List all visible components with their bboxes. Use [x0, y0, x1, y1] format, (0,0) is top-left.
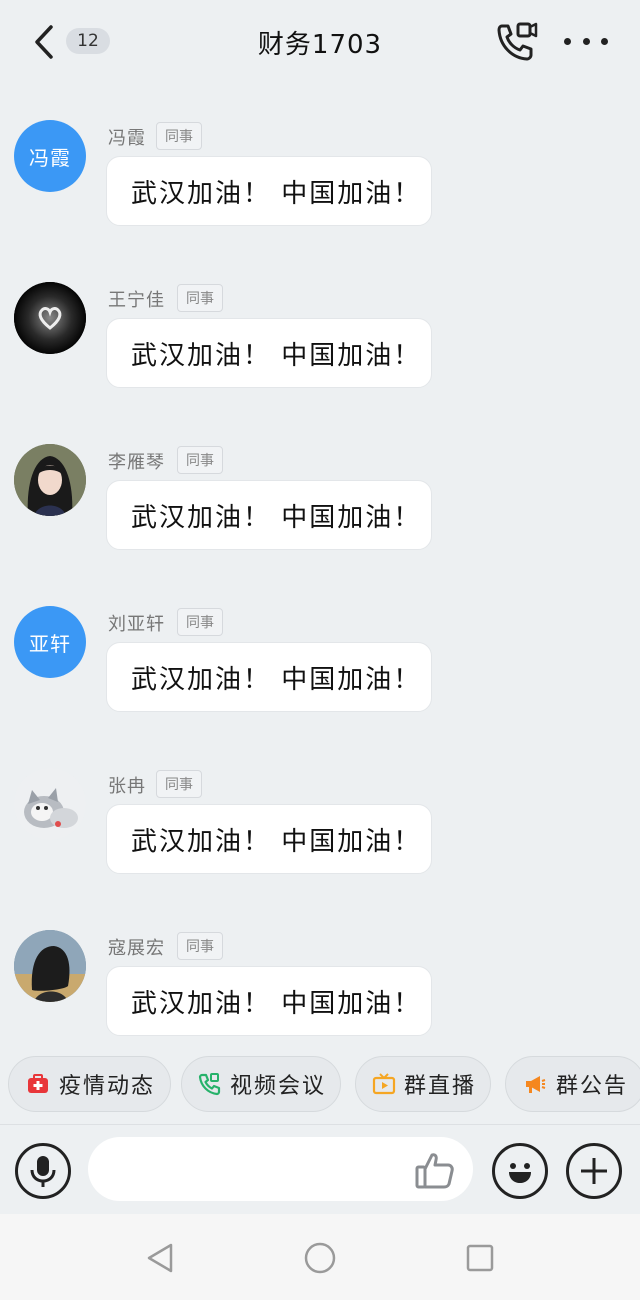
- message-bubble[interactable]: 武汉加油！ 中国加油！: [106, 642, 432, 712]
- tv-live-icon: [372, 1071, 396, 1097]
- emoji-button[interactable]: [492, 1143, 548, 1199]
- sender-name: 王宁佳: [108, 290, 165, 311]
- sender-name: 刘亚轩: [108, 614, 165, 635]
- chip-group-announcement[interactable]: 群公告: [505, 1056, 640, 1112]
- megaphone-icon: [522, 1071, 548, 1097]
- avatar[interactable]: [14, 444, 86, 516]
- chip-label: 群公告: [556, 1074, 629, 1099]
- role-tag: 同事: [177, 446, 223, 474]
- role-tag: 同事: [177, 284, 223, 312]
- chip-label: 群直播: [404, 1074, 477, 1099]
- page-title: 财务1703: [257, 30, 383, 60]
- chat-message: 王宁佳 同事 武汉加油！ 中国加油！: [0, 282, 640, 402]
- message-bubble[interactable]: 武汉加油！ 中国加油！: [106, 480, 432, 550]
- chip-label: 视频会议: [230, 1074, 327, 1099]
- role-tag: 同事: [177, 932, 223, 960]
- thumbs-up-button[interactable]: [412, 1147, 458, 1193]
- chip-group-live[interactable]: 群直播: [355, 1056, 491, 1112]
- square-recents-icon: [466, 1244, 494, 1272]
- chip-video-meeting[interactable]: 视频会议: [181, 1056, 341, 1112]
- chip-epidemic-updates[interactable]: 疫情动态: [8, 1056, 171, 1112]
- avatar[interactable]: [14, 768, 86, 840]
- dot: [582, 37, 590, 45]
- chat-message: 冯霞 冯霞 同事 武汉加油！ 中国加油！: [0, 120, 640, 240]
- nav-home-button[interactable]: [300, 1238, 340, 1278]
- sender-name: 李雁琴: [108, 452, 165, 473]
- plus-icon: [581, 1158, 607, 1184]
- message-bubble[interactable]: 武汉加油！ 中国加油！: [106, 966, 432, 1036]
- person-photo-icon: [14, 930, 86, 1002]
- quick-actions-bar: 疫情动态 视频会议 群直播 群公告: [0, 1056, 640, 1112]
- chat-message: 李雁琴 同事 武汉加油！ 中国加油！: [0, 444, 640, 564]
- role-tag: 同事: [156, 122, 202, 150]
- message-bubble[interactable]: 武汉加油！ 中国加油！: [106, 804, 432, 874]
- nav-recents-button[interactable]: [460, 1238, 500, 1278]
- nav-back-button[interactable]: [140, 1238, 180, 1278]
- sender-name: 冯霞: [108, 128, 146, 149]
- thumbs-up-icon: [415, 1153, 454, 1189]
- triangle-back-icon: [147, 1243, 173, 1273]
- avatar[interactable]: 冯霞: [14, 120, 86, 192]
- system-navigation-bar: [0, 1214, 640, 1300]
- voice-input-button[interactable]: [15, 1143, 71, 1199]
- smiley-icon: [509, 1163, 531, 1183]
- chat-message: 张冉 同事 武汉加油！ 中国加油！: [0, 768, 640, 888]
- chat-message: 寇展宏 同事 武汉加油！ 中国加油！: [0, 930, 640, 1050]
- sender-name: 张冉: [108, 776, 146, 797]
- chat-message: 亚轩 刘亚轩 同事 武汉加油！ 中国加油！: [0, 606, 640, 726]
- chip-label: 疫情动态: [59, 1074, 156, 1099]
- message-bubble[interactable]: 武汉加油！ 中国加油！: [106, 318, 432, 388]
- more-options-button[interactable]: [564, 26, 608, 56]
- portrait-photo-icon: [14, 444, 86, 516]
- dot: [601, 37, 608, 45]
- cat-photo-icon: [14, 768, 86, 840]
- circle-home-icon: [304, 1242, 336, 1274]
- phone-video-icon: [497, 22, 538, 61]
- medical-kit-icon: [25, 1071, 51, 1097]
- avatar[interactable]: [14, 930, 86, 1002]
- sender-name: 寇展宏: [108, 938, 165, 959]
- avatar[interactable]: [14, 282, 86, 354]
- chat-header: 12 财务1703: [0, 0, 640, 84]
- message-bubble[interactable]: 武汉加油！ 中国加油！: [106, 156, 432, 226]
- video-call-icon: [198, 1071, 222, 1097]
- message-input-bar: [0, 1124, 640, 1214]
- dot: [564, 37, 571, 45]
- avatar[interactable]: 亚轩: [14, 606, 86, 678]
- microphone-icon: [30, 1156, 56, 1187]
- role-tag: 同事: [177, 608, 223, 636]
- role-tag: 同事: [156, 770, 202, 798]
- heart-photo-icon: [14, 282, 86, 354]
- add-attachment-button[interactable]: [566, 1143, 622, 1199]
- group-call-button[interactable]: [492, 18, 540, 66]
